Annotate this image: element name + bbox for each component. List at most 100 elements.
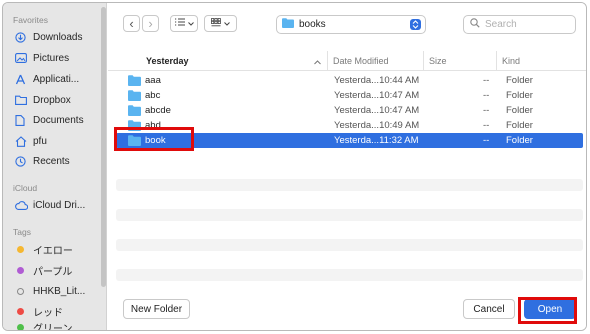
sidebar-tag-purple[interactable]: パープル <box>15 262 101 278</box>
chevron-left-icon: ‹ <box>129 16 134 31</box>
sidebar-tag-green[interactable]: グリーン <box>15 321 101 330</box>
sidebar-scrollbar[interactable] <box>101 7 106 287</box>
column-size[interactable]: Size <box>423 51 496 71</box>
file-name: abd <box>145 120 161 131</box>
tag-dot-icon <box>15 245 29 253</box>
file-kind: Folder <box>506 135 533 146</box>
chevron-right-icon: › <box>148 16 153 31</box>
location-label: books <box>299 19 326 30</box>
document-icon <box>15 114 29 126</box>
empty-row <box>116 179 583 191</box>
toolbar: ‹ › books Search <box>108 3 586 47</box>
empty-row <box>116 239 583 251</box>
sidebar-section-favorites: Favorites <box>13 15 48 25</box>
list-view-icon <box>174 18 185 29</box>
empty-row <box>116 269 583 281</box>
sidebar-tag-yellow[interactable]: イエロー <box>15 241 101 257</box>
column-header: Yesterday Date Modified Size Kind <box>108 51 586 71</box>
file-size: -- <box>483 120 490 131</box>
back-button[interactable]: ‹ <box>123 15 140 32</box>
empty-row <box>116 209 583 221</box>
sidebar-item-label: Downloads <box>33 31 83 43</box>
file-name: book <box>145 135 166 146</box>
pictures-icon <box>15 53 29 63</box>
file-row[interactable]: abc Yesterda...10:47 AM -- Folder <box>116 88 583 103</box>
sidebar-item-label: Dropbox <box>33 94 71 106</box>
file-row[interactable]: abd Yesterda...10:49 AM -- Folder <box>116 118 583 133</box>
sidebar-item-label: Recents <box>33 155 70 167</box>
sidebar-section-icloud: iCloud <box>13 183 38 193</box>
sidebar-tag-hhkb[interactable]: HHKB_Lit... <box>15 283 101 299</box>
sidebar-item-label: Documents <box>33 114 84 126</box>
sidebar-item-documents[interactable]: Documents <box>15 112 101 128</box>
file-name: abc <box>145 90 161 101</box>
open-button[interactable]: Open <box>524 299 576 319</box>
sidebar-item-recents[interactable]: Recents <box>15 153 101 169</box>
sidebar-item-pictures[interactable]: Pictures <box>15 50 101 66</box>
clock-icon <box>15 155 29 167</box>
folder-icon <box>15 95 29 105</box>
chevron-up-icon <box>314 57 321 68</box>
updown-chevron-icon <box>410 19 421 30</box>
file-kind: Folder <box>506 105 533 116</box>
download-icon <box>15 31 29 43</box>
file-name: aaa <box>145 75 161 86</box>
folder-icon <box>282 18 294 31</box>
location-dropdown[interactable]: books <box>276 15 426 34</box>
group-options-button[interactable] <box>204 15 237 32</box>
sidebar-item-label: パープル <box>33 266 73 278</box>
view-options-button[interactable] <box>170 15 198 32</box>
main-pane: ‹ › books Search Yesterday Date Modified… <box>108 3 586 330</box>
file-kind: Folder <box>506 75 533 86</box>
column-kind[interactable]: Kind <box>496 51 581 71</box>
file-size: -- <box>483 105 490 116</box>
sidebar-section-tags: Tags <box>13 227 31 237</box>
file-date: Yesterda...10:47 AM <box>334 105 420 116</box>
file-row[interactable]: abcde Yesterda...10:47 AM -- Folder <box>116 103 583 118</box>
sidebar-item-downloads[interactable]: Downloads <box>15 29 101 45</box>
column-date-modified[interactable]: Date Modified <box>327 51 423 71</box>
forward-button[interactable]: › <box>142 15 159 32</box>
sidebar-item-label: iCloud Dri... <box>33 199 86 211</box>
search-icon <box>470 18 480 31</box>
file-kind: Folder <box>506 90 533 101</box>
applications-icon <box>15 74 29 85</box>
sidebar-item-dropbox[interactable]: Dropbox <box>15 92 101 108</box>
tag-dot-icon <box>15 307 29 315</box>
file-kind: Folder <box>506 120 533 131</box>
sidebar-item-icloud-drive[interactable]: iCloud Dri... <box>15 197 101 213</box>
file-open-dialog: Favorites Downloads Pictures Applicati..… <box>2 2 587 331</box>
file-row[interactable]: aaa Yesterda...10:44 AM -- Folder <box>116 73 583 88</box>
chevron-down-icon <box>187 18 194 29</box>
dialog-footer: New Folder Cancel Open <box>108 299 586 321</box>
file-date: Yesterda...10:47 AM <box>334 90 420 101</box>
tag-hollow-icon <box>15 287 29 295</box>
file-date: Yesterda...11:32 AM <box>334 135 419 146</box>
chevron-down-icon <box>224 18 230 29</box>
sidebar-item-label: Pictures <box>33 52 70 64</box>
search-field[interactable] <box>463 15 576 34</box>
sidebar-item-label: イエロー <box>33 245 73 257</box>
column-name[interactable]: Yesterday <box>141 51 325 71</box>
sidebar-item-label: pfu <box>33 135 47 147</box>
sidebar-tag-red[interactable]: レッド <box>15 303 101 319</box>
file-size: -- <box>483 90 490 101</box>
home-icon <box>15 135 29 147</box>
sidebar-item-label: グリーン <box>33 323 73 331</box>
cloud-icon <box>15 200 29 210</box>
search-input[interactable] <box>485 19 565 30</box>
tag-dot-icon <box>15 323 29 330</box>
new-folder-button[interactable]: New Folder <box>123 299 190 319</box>
folder-icon <box>128 135 141 151</box>
file-size: -- <box>483 75 490 86</box>
sidebar-item-pfu[interactable]: pfu <box>15 133 101 149</box>
file-size: -- <box>483 135 490 146</box>
sidebar: Favorites Downloads Pictures Applicati..… <box>3 3 107 330</box>
grid-view-icon <box>211 17 221 30</box>
cancel-button[interactable]: Cancel <box>463 299 515 319</box>
file-date: Yesterda...10:44 AM <box>334 75 420 86</box>
file-row-selected[interactable]: book Yesterda...11:32 AM -- Folder <box>116 133 583 148</box>
sidebar-item-applications[interactable]: Applicati... <box>15 71 101 87</box>
file-list: aaa Yesterda...10:44 AM -- Folder abc Ye… <box>116 73 583 148</box>
sidebar-item-label: HHKB_Lit... <box>33 285 86 297</box>
